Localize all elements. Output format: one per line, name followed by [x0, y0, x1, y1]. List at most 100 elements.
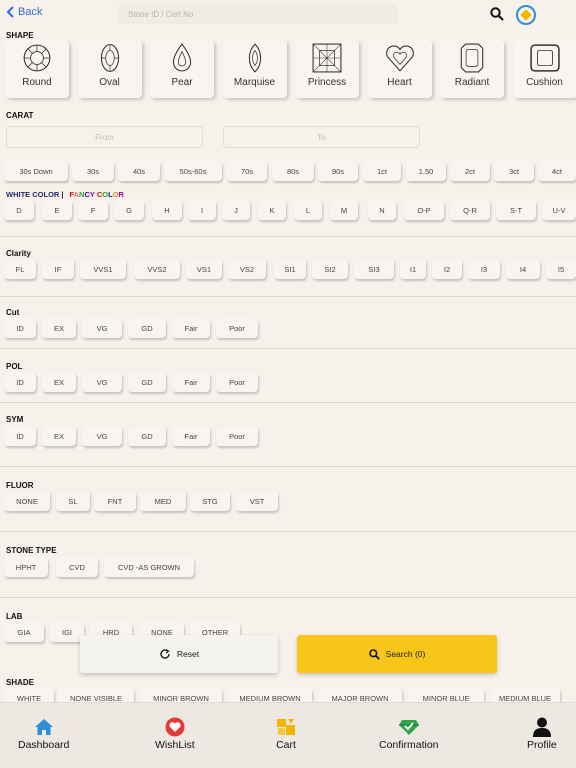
reset-button[interactable]: Reset	[80, 635, 278, 673]
sym-chip-fair[interactable]: Fair	[172, 426, 210, 446]
fluor-chip-fnt[interactable]: FNT	[94, 491, 136, 511]
color-chip-l[interactable]: L	[294, 200, 322, 220]
shape-round[interactable]: Round	[5, 40, 69, 98]
shape-pear[interactable]: Pear	[150, 40, 214, 98]
search-icon	[368, 648, 380, 660]
color-chip-h[interactable]: H	[152, 200, 182, 220]
clarity-chip-si3[interactable]: SI3	[354, 259, 394, 279]
sym-chip-vg[interactable]: VG	[82, 426, 122, 446]
clarity-chip-i3[interactable]: I3	[468, 259, 500, 279]
shape-marquise[interactable]: Marquise	[222, 40, 287, 98]
cut-chip-id[interactable]: ID	[4, 318, 36, 338]
lab-chip-gia[interactable]: GIA	[4, 622, 44, 642]
clarity-chip-si2[interactable]: SI2	[312, 259, 348, 279]
sym-chip-ex[interactable]: EX	[42, 426, 76, 446]
color-chip-i[interactable]: I	[188, 200, 216, 220]
color-chip-g[interactable]: G	[114, 200, 144, 220]
color-chip-e[interactable]: E	[42, 200, 72, 220]
carat-title: CARAT	[6, 111, 34, 120]
stone-type-chip-cvd[interactable]: CVD	[56, 557, 98, 577]
fancy-color-tab[interactable]: FANCY COLOR	[69, 190, 124, 199]
carat-chip-80s[interactable]: 80s	[272, 161, 314, 181]
white-color-tab[interactable]: WHITE COLOR	[6, 190, 59, 199]
cut-chip-ex[interactable]: EX	[42, 318, 76, 338]
heart-icon	[165, 717, 185, 737]
shape-princess[interactable]: Princess	[295, 40, 359, 98]
search-icon[interactable]	[490, 7, 504, 21]
shape-radiant[interactable]: Radiant	[440, 40, 504, 98]
cut-chip-vg[interactable]: VG	[82, 318, 122, 338]
carat-chip-4ct[interactable]: 4ct	[538, 161, 576, 181]
cut-chip-fair[interactable]: Fair	[172, 318, 210, 338]
shade-title: SHADE	[6, 678, 35, 687]
shape-heart[interactable]: Heart	[367, 40, 432, 98]
fluor-chip-med[interactable]: MED	[140, 491, 186, 511]
clarity-chip-vs1[interactable]: VS1	[186, 259, 222, 279]
nav-dashboard[interactable]: Dashboard	[18, 717, 69, 751]
carat-chip-1-50[interactable]: 1.50	[406, 161, 446, 181]
clarity-chip-si1[interactable]: SI1	[274, 259, 306, 279]
sym-chip-id[interactable]: ID	[4, 426, 36, 446]
color-chip-s-t[interactable]: S-T	[496, 200, 536, 220]
pol-chip-fair[interactable]: Fair	[172, 372, 210, 392]
fluor-chip-stg[interactable]: STG	[190, 491, 230, 511]
stone-type-chip-cvd-as-grown[interactable]: CVD -AS GROWN	[104, 557, 194, 577]
color-chip-k[interactable]: K	[258, 200, 286, 220]
carat-from-input[interactable]: From	[6, 126, 203, 148]
clarity-chip-if[interactable]: IF	[42, 259, 74, 279]
fluor-chip-vst[interactable]: VST	[236, 491, 278, 511]
search-button[interactable]: Search (0)	[297, 635, 497, 673]
stone-type-chip-hpht[interactable]: HPHT	[4, 557, 48, 577]
shape-cushion[interactable]: Cushion	[512, 40, 576, 98]
pol-chip-poor[interactable]: Poor	[216, 372, 258, 392]
color-chip-q-r[interactable]: Q-R	[450, 200, 490, 220]
nav-profile[interactable]: Profile	[527, 717, 557, 751]
fluor-chip-sl[interactable]: SL	[56, 491, 90, 511]
clarity-chip-i2[interactable]: I2	[432, 259, 462, 279]
stone-search-input[interactable]: Stone ID / Cert No	[118, 4, 398, 24]
pol-chip-ex[interactable]: EX	[42, 372, 76, 392]
color-chip-u-v[interactable]: U-V	[542, 200, 576, 220]
clarity-chip-i5[interactable]: I5	[546, 259, 576, 279]
carat-chip-50s-60s[interactable]: 50s-60s	[164, 161, 222, 181]
carat-chip-30s-down[interactable]: 30s Down	[4, 161, 68, 181]
back-button[interactable]: Back	[6, 6, 42, 18]
brand-logo-icon[interactable]	[516, 5, 536, 25]
shape-label: Marquise	[233, 77, 276, 88]
divider	[0, 597, 576, 598]
clarity-chip-i1[interactable]: I1	[400, 259, 426, 279]
sym-chip-gd[interactable]: GD	[128, 426, 166, 446]
cut-chip-poor[interactable]: Poor	[216, 318, 258, 338]
carat-chip-40s[interactable]: 40s	[118, 161, 160, 181]
carat-chip-3ct[interactable]: 3ct	[494, 161, 534, 181]
carat-chip-70s[interactable]: 70s	[227, 161, 267, 181]
color-chip-m[interactable]: M	[330, 200, 358, 220]
carat-chip-30s[interactable]: 30s	[72, 161, 114, 181]
color-chip-n[interactable]: N	[368, 200, 396, 220]
nav-wishlist[interactable]: WishList	[155, 717, 195, 751]
color-chip-f[interactable]: F	[78, 200, 108, 220]
clarity-chip-i4[interactable]: I4	[506, 259, 540, 279]
clarity-chip-vvs2[interactable]: VVS2	[134, 259, 180, 279]
shape-oval[interactable]: Oval	[77, 40, 142, 98]
chevron-left-icon	[6, 6, 14, 18]
color-chip-o-p[interactable]: O-P	[404, 200, 444, 220]
nav-confirmation[interactable]: Confirmation	[379, 717, 439, 751]
fluor-chip-none[interactable]: NONE	[4, 491, 50, 511]
carat-chip-90s[interactable]: 90s	[318, 161, 358, 181]
clarity-chip-fl[interactable]: FL	[4, 259, 36, 279]
pol-chip-gd[interactable]: GD	[128, 372, 166, 392]
sym-chip-poor[interactable]: Poor	[216, 426, 258, 446]
color-chip-j[interactable]: J	[222, 200, 250, 220]
color-chip-d[interactable]: D	[4, 200, 34, 220]
pol-chip-vg[interactable]: VG	[82, 372, 122, 392]
carat-chip-2ct[interactable]: 2ct	[450, 161, 490, 181]
pol-chip-id[interactable]: ID	[4, 372, 36, 392]
lab-chip-igi[interactable]: IGI	[50, 622, 84, 642]
clarity-chip-vvs1[interactable]: VVS1	[80, 259, 126, 279]
carat-chip-1ct[interactable]: 1ct	[363, 161, 401, 181]
nav-cart[interactable]: Cart	[276, 717, 296, 751]
clarity-chip-vs2[interactable]: VS2	[228, 259, 266, 279]
carat-to-input[interactable]: To	[223, 126, 420, 148]
cut-chip-gd[interactable]: GD	[128, 318, 166, 338]
